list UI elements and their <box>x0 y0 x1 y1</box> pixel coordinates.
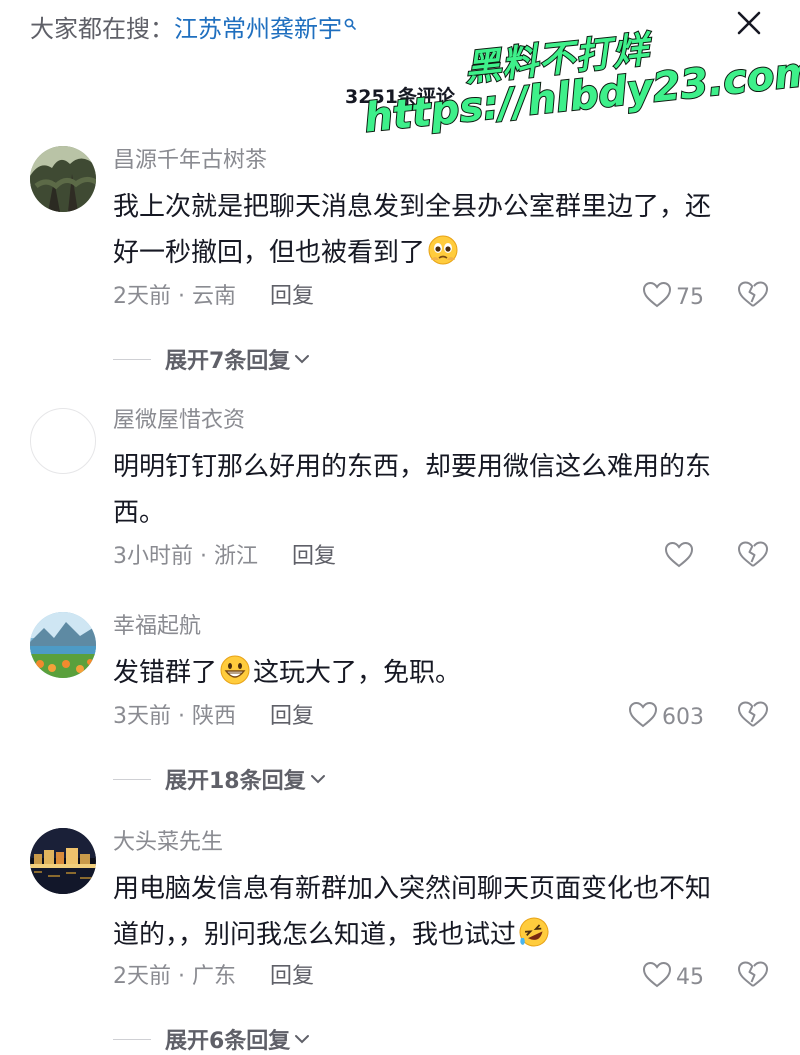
avatar[interactable] <box>30 146 96 212</box>
search-suggestion-prefix: 大家都在搜： <box>30 15 174 43</box>
comment-text-segment: 发错群了 <box>113 658 218 688</box>
rofl-face-emoji <box>518 916 550 948</box>
comment-text-line: 好一秒撤回，但也被看到了 <box>113 238 426 268</box>
like-button[interactable]: 45 <box>642 960 704 994</box>
comment-meta: 3小时前 · 浙江 回复 <box>113 542 336 572</box>
reply-button[interactable]: 回复 <box>292 544 336 569</box>
comment-username[interactable]: 大头菜先生 <box>113 828 223 858</box>
broken-heart-icon[interactable] <box>736 540 770 574</box>
expand-replies-button[interactable]: 展开7条回复 <box>113 344 310 374</box>
avatar[interactable] <box>30 612 96 678</box>
close-icon[interactable] <box>734 8 764 38</box>
comment-text-line: 明明钉钉那么好用的东西，却要用微信这么难用的东 <box>113 452 712 482</box>
like-button[interactable]: 603 <box>628 700 704 734</box>
comment-item: 幸福起航 发错群了 这玩大了，免职。 3天前 · 陕西 回复 603 展开18条回复 <box>0 610 800 830</box>
like-count: 603 <box>662 704 704 730</box>
broken-heart-icon[interactable] <box>736 960 770 994</box>
comment-username[interactable]: 幸福起航 <box>113 612 201 642</box>
expand-replies-label: 展开7条回复 <box>165 349 291 374</box>
chevron-down-icon <box>310 770 326 789</box>
chevron-down-icon <box>294 350 310 369</box>
comment-text-line: 西。 <box>113 498 166 528</box>
comment-item: 大头菜先生 用电脑发信息有新群加入突然间聊天页面变化也不知 道的，，别问我怎么知… <box>0 828 800 1054</box>
top-bar: 大家都在搜：江苏常州龚新宇 <box>0 0 800 60</box>
search-icon[interactable] <box>344 12 356 32</box>
comment-text: 我上次就是把聊天消息发到全县办公室群里边了，还 好一秒撤回，但也被看到了 <box>113 184 773 276</box>
like-button[interactable] <box>664 540 694 574</box>
search-suggestion-term[interactable]: 江苏常州龚新宇 <box>174 15 342 43</box>
pleading-face-emoji <box>427 234 459 266</box>
comment-username[interactable]: 屋微屋惜衣资 <box>113 406 245 436</box>
heart-icon <box>642 961 672 993</box>
divider <box>113 1038 151 1040</box>
avatar[interactable] <box>30 828 96 894</box>
comment-count: 3251条评论 <box>345 86 455 108</box>
comment-meta: 3天前 · 陕西 回复 <box>113 702 314 732</box>
comment-time-location: 2天前 · 广东 <box>113 964 236 989</box>
comment-meta: 2天前 · 广东 回复 <box>113 962 314 992</box>
reply-button[interactable]: 回复 <box>270 964 314 989</box>
comment-time-location: 3小时前 · 浙江 <box>113 544 258 569</box>
broken-heart-icon[interactable] <box>736 700 770 734</box>
grinning-face-emoji <box>219 654 251 686</box>
expand-replies-label: 展开18条回复 <box>165 769 306 794</box>
like-button[interactable]: 75 <box>642 280 704 314</box>
broken-heart-icon[interactable] <box>736 280 770 314</box>
comment-username[interactable]: 昌源千年古树茶 <box>113 146 267 176</box>
comment-time-location: 3天前 · 陕西 <box>113 704 236 729</box>
heart-icon <box>628 701 658 733</box>
comment-text-line: 我上次就是把聊天消息发到全县办公室群里边了，还 <box>113 192 712 222</box>
divider <box>113 778 151 780</box>
reply-button[interactable]: 回复 <box>270 284 314 309</box>
chevron-down-icon <box>294 1030 310 1049</box>
expand-replies-button[interactable]: 展开6条回复 <box>113 1024 310 1054</box>
search-suggestion[interactable]: 大家都在搜：江苏常州龚新宇 <box>30 12 356 46</box>
comment-text-line: 道的，，别问我怎么知道，我也试过 <box>113 920 517 950</box>
comment-time-location: 2天前 · 云南 <box>113 284 236 309</box>
expand-replies-label: 展开6条回复 <box>165 1029 291 1054</box>
divider <box>113 358 151 360</box>
avatar[interactable] <box>30 408 96 474</box>
reply-button[interactable]: 回复 <box>270 704 314 729</box>
comment-text: 发错群了 这玩大了，免职。 <box>113 650 773 696</box>
comment-text-segment: 这玩大了，免职。 <box>253 658 462 688</box>
like-count: 75 <box>676 284 704 310</box>
comment-meta: 2天前 · 云南 回复 <box>113 282 314 312</box>
heart-icon <box>642 281 672 313</box>
comment-text: 用电脑发信息有新群加入突然间聊天页面变化也不知 道的，，别问我怎么知道，我也试过 <box>113 866 773 958</box>
comment-item: 屋微屋惜衣资 明明钉钉那么好用的东西，却要用微信这么难用的东 西。 3小时前 ·… <box>0 400 800 600</box>
comment-item: 昌源千年古树茶 我上次就是把聊天消息发到全县办公室群里边了，还 好一秒撤回，但也… <box>0 140 800 400</box>
comment-text: 明明钉钉那么好用的东西，却要用微信这么难用的东 西。 <box>113 444 773 536</box>
heart-icon <box>664 541 694 573</box>
expand-replies-button[interactable]: 展开18条回复 <box>113 764 326 794</box>
like-count: 45 <box>676 964 704 990</box>
comment-text-line: 用电脑发信息有新群加入突然间聊天页面变化也不知 <box>113 874 712 904</box>
